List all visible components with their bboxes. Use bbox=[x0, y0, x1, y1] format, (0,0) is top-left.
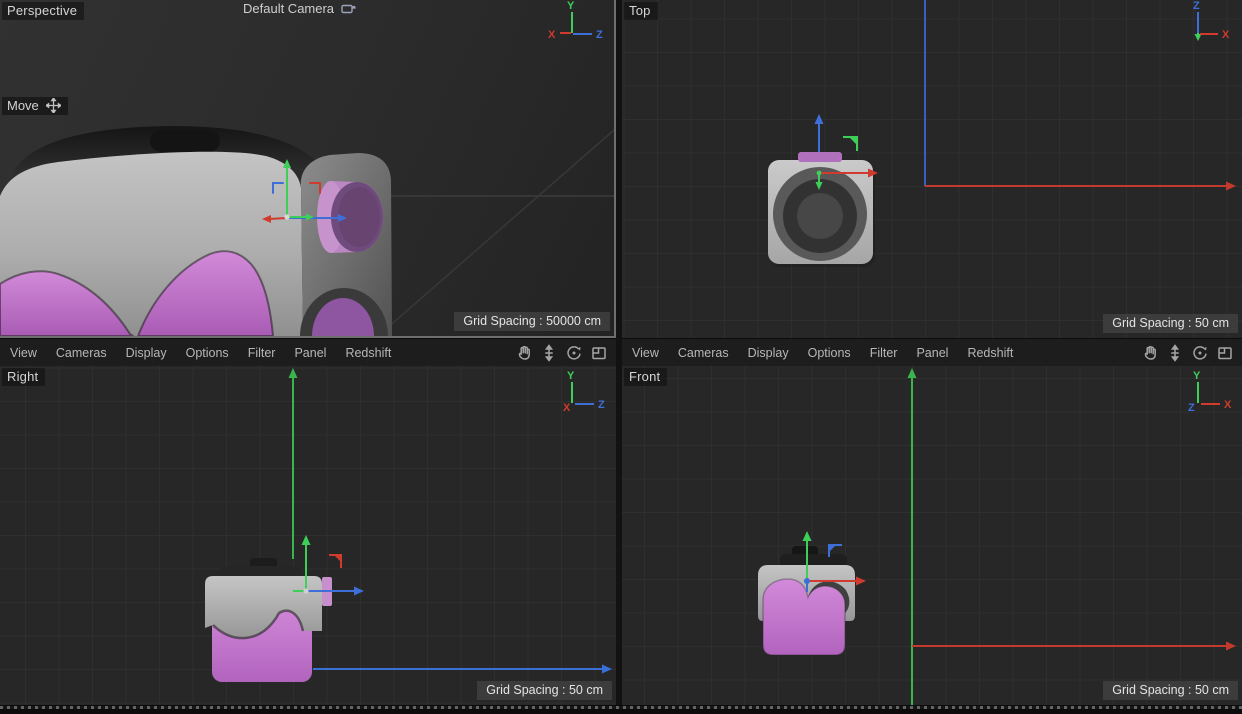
axis-indicator-perspective: Y X Z bbox=[544, 0, 608, 48]
menu-options[interactable]: Options bbox=[186, 346, 229, 360]
viewport-title-front: Front bbox=[624, 368, 667, 386]
world-axes-front bbox=[908, 368, 1237, 705]
menu-redshift[interactable]: Redshift bbox=[345, 346, 391, 360]
grid-spacing-badge-front: Grid Spacing : 50 cm bbox=[1103, 681, 1238, 700]
active-tool-label: Move bbox=[7, 98, 39, 113]
menu-options[interactable]: Options bbox=[808, 346, 851, 360]
move-tool-icon bbox=[46, 98, 61, 113]
camera-selector[interactable]: Default Camera bbox=[243, 1, 356, 16]
camera-link-icon bbox=[341, 3, 356, 15]
menu-panel[interactable]: Panel bbox=[916, 346, 948, 360]
svg-text:X: X bbox=[1222, 29, 1230, 41]
rotate-view-icon[interactable] bbox=[565, 344, 583, 362]
front-scene bbox=[622, 366, 1242, 705]
top-scene bbox=[622, 0, 1242, 338]
viewport-title-perspective: Perspective bbox=[2, 2, 84, 20]
camera-object-perspective[interactable] bbox=[0, 126, 392, 336]
axis-indicator-front: Y Z X bbox=[1172, 370, 1236, 418]
dolly-zoom-icon[interactable] bbox=[1166, 344, 1184, 362]
svg-text:Z: Z bbox=[598, 399, 605, 411]
right-scene bbox=[0, 366, 616, 705]
svg-text:Z: Z bbox=[1188, 402, 1195, 414]
camera-name: Default Camera bbox=[243, 1, 334, 16]
viewport-front[interactable]: Front Y Z X Grid Spacing : 50 cm bbox=[622, 366, 1242, 705]
camera-object-right[interactable] bbox=[205, 558, 332, 682]
perspective-horizon-lines bbox=[378, 130, 614, 336]
timeline-edge-strip bbox=[0, 705, 1242, 714]
axis-indicator-top: Z X bbox=[1172, 0, 1236, 48]
viewport-right[interactable]: Right Y X Z Grid Spacing : 50 cm bbox=[0, 366, 616, 705]
svg-text:Z: Z bbox=[596, 29, 603, 41]
toggle-view-layout-icon[interactable] bbox=[1216, 344, 1234, 362]
menu-display[interactable]: Display bbox=[126, 346, 167, 360]
viewport-menubar-right: View Cameras Display Options Filter Pane… bbox=[622, 338, 1242, 366]
axis-indicator-right: Y X Z bbox=[546, 370, 610, 418]
menu-filter[interactable]: Filter bbox=[248, 346, 276, 360]
svg-text:Z: Z bbox=[1193, 0, 1200, 12]
active-tool-badge: Move bbox=[2, 97, 68, 115]
dolly-zoom-icon[interactable] bbox=[540, 344, 558, 362]
grid-spacing-badge-top: Grid Spacing : 50 cm bbox=[1103, 314, 1238, 333]
pan-hand-icon[interactable] bbox=[515, 344, 533, 362]
menu-panel[interactable]: Panel bbox=[294, 346, 326, 360]
menu-view[interactable]: View bbox=[10, 346, 37, 360]
svg-text:Y: Y bbox=[1193, 370, 1201, 382]
svg-text:X: X bbox=[1224, 399, 1232, 411]
viewport-title-top: Top bbox=[624, 2, 658, 20]
menu-filter[interactable]: Filter bbox=[870, 346, 898, 360]
svg-text:Y: Y bbox=[567, 370, 575, 382]
svg-text:Y: Y bbox=[567, 0, 575, 12]
pan-hand-icon[interactable] bbox=[1141, 344, 1159, 362]
camera-object-top[interactable] bbox=[768, 152, 875, 267]
viewport-title-right: Right bbox=[2, 368, 45, 386]
rotate-view-icon[interactable] bbox=[1191, 344, 1209, 362]
grid-spacing-badge-perspective: Grid Spacing : 50000 cm bbox=[454, 312, 610, 331]
menu-cameras[interactable]: Cameras bbox=[56, 346, 107, 360]
toggle-view-layout-icon[interactable] bbox=[590, 344, 608, 362]
svg-text:X: X bbox=[563, 402, 571, 414]
menu-redshift[interactable]: Redshift bbox=[967, 346, 1013, 360]
viewport-top[interactable]: Top Z X Grid Spacing : 50 cm bbox=[622, 0, 1242, 338]
viewport-perspective[interactable]: Perspective Default Camera Move Y X Z bbox=[0, 0, 616, 338]
perspective-scene bbox=[0, 0, 614, 336]
viewport-menubar-left: View Cameras Display Options Filter Pane… bbox=[0, 338, 616, 366]
menu-cameras[interactable]: Cameras bbox=[678, 346, 729, 360]
menu-display[interactable]: Display bbox=[748, 346, 789, 360]
grid-spacing-badge-right: Grid Spacing : 50 cm bbox=[477, 681, 612, 700]
menu-view[interactable]: View bbox=[632, 346, 659, 360]
application-window: Perspective Default Camera Move Y X Z bbox=[0, 0, 1242, 714]
timeline-tick-marks bbox=[0, 706, 1242, 709]
svg-text:X: X bbox=[548, 29, 556, 41]
